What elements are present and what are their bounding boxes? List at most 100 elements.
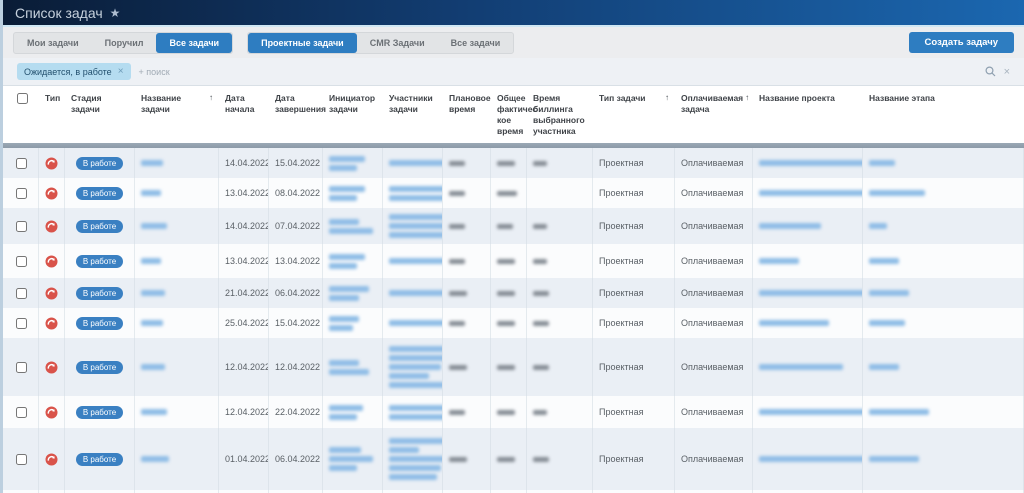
stage-name-cell[interactable]: [863, 244, 1024, 278]
participants-cell[interactable]: [383, 208, 443, 244]
stage-name-cell[interactable]: [863, 338, 1024, 396]
create-task-button[interactable]: Создать задачу: [909, 32, 1014, 53]
project-name-cell[interactable]: [753, 244, 863, 278]
column-header[interactable]: Название задачи ↑: [135, 86, 219, 143]
row-checkbox[interactable]: [16, 407, 27, 418]
row-checkbox[interactable]: [16, 454, 27, 465]
participants-cell[interactable]: [383, 278, 443, 308]
column-header[interactable]: Дата начала: [219, 86, 269, 143]
stage-name-cell[interactable]: [863, 178, 1024, 208]
table-row[interactable]: В работе 01.04.2022 06.04.2022 Проектная…: [3, 428, 1024, 490]
tab-проектные-задачи[interactable]: Проектные задачи: [248, 33, 357, 53]
paid-value: Оплачиваемая: [681, 407, 743, 417]
initiator-cell[interactable]: [323, 178, 383, 208]
initiator-cell[interactable]: [323, 308, 383, 338]
table-row[interactable]: В работе 25.04.2022 15.04.2022 Проектная…: [3, 308, 1024, 338]
initiator-cell[interactable]: [323, 396, 383, 428]
column-header[interactable]: Оплачиваемая задача ↑: [675, 86, 753, 143]
row-checkbox[interactable]: [16, 318, 27, 329]
column-header[interactable]: [3, 86, 39, 143]
initiator-cell[interactable]: [323, 208, 383, 244]
column-header[interactable]: Тип задачи ↑: [593, 86, 675, 143]
sort-arrow-icon[interactable]: ↑: [743, 93, 749, 103]
task-name-cell[interactable]: [135, 244, 219, 278]
redacted-text: [869, 190, 925, 196]
project-name-cell[interactable]: [753, 428, 863, 490]
redacted-text: [449, 410, 465, 415]
column-header[interactable]: Название этапа: [863, 86, 1024, 143]
task-name-cell[interactable]: [135, 308, 219, 338]
initiator-cell[interactable]: [323, 428, 383, 490]
table-row[interactable]: В работе 12.04.2022 12.04.2022 Проектная…: [3, 338, 1024, 396]
tab-мои-задачи[interactable]: Мои задачи: [14, 33, 92, 53]
column-header[interactable]: Тип: [39, 86, 65, 143]
row-checkbox[interactable]: [16, 158, 27, 169]
clear-search-icon[interactable]: ×: [1004, 66, 1010, 78]
initiator-cell[interactable]: [323, 148, 383, 178]
participants-cell[interactable]: [383, 308, 443, 338]
table-row[interactable]: В работе 14.04.2022 15.04.2022 Проектная…: [3, 148, 1024, 178]
task-type-icon: [45, 317, 58, 330]
participants-cell[interactable]: [383, 396, 443, 428]
sort-arrow-icon[interactable]: ↑: [663, 93, 669, 103]
stage-name-cell[interactable]: [863, 148, 1024, 178]
participants-cell[interactable]: [383, 244, 443, 278]
task-name-cell[interactable]: [135, 428, 219, 490]
search-input[interactable]: + поиск: [139, 67, 977, 77]
row-checkbox[interactable]: [16, 221, 27, 232]
project-name-cell[interactable]: [753, 208, 863, 244]
task-name-cell[interactable]: [135, 278, 219, 308]
participants-cell[interactable]: [383, 178, 443, 208]
stage-name-cell[interactable]: [863, 396, 1024, 428]
column-header[interactable]: Стадия задачи: [65, 86, 135, 143]
stage-name-cell[interactable]: [863, 308, 1024, 338]
initiator-cell[interactable]: [323, 338, 383, 396]
row-checkbox[interactable]: [16, 288, 27, 299]
sort-arrow-icon[interactable]: ↑: [207, 93, 213, 103]
project-name-cell[interactable]: [753, 308, 863, 338]
row-checkbox[interactable]: [16, 188, 27, 199]
chip-close-icon[interactable]: ×: [118, 66, 124, 77]
initiator-cell[interactable]: [323, 244, 383, 278]
column-header[interactable]: Время биллинга выбранного участника: [527, 86, 593, 143]
tab-все-задачи[interactable]: Все задачи: [438, 33, 514, 53]
project-name-cell[interactable]: [753, 338, 863, 396]
table-row[interactable]: В работе 14.04.2022 07.04.2022 Проектная…: [3, 208, 1024, 244]
column-header[interactable]: Общее фактичес кое время: [491, 86, 527, 143]
table-row[interactable]: В работе 13.04.2022 13.04.2022 Проектная…: [3, 244, 1024, 278]
participants-cell[interactable]: [383, 338, 443, 396]
stage-name-cell[interactable]: [863, 278, 1024, 308]
table-row[interactable]: В работе 13.04.2022 08.04.2022 Проектная…: [3, 178, 1024, 208]
project-name-cell[interactable]: [753, 148, 863, 178]
column-header[interactable]: Плановое время: [443, 86, 491, 143]
column-header[interactable]: Инициатор задачи: [323, 86, 383, 143]
table-row[interactable]: В работе 12.04.2022 22.04.2022 Проектная…: [3, 396, 1024, 428]
participants-cell[interactable]: [383, 428, 443, 490]
participants-cell[interactable]: [383, 148, 443, 178]
project-name-cell[interactable]: [753, 278, 863, 308]
redacted-text: [329, 405, 363, 411]
column-header[interactable]: Название проекта: [753, 86, 863, 143]
column-header[interactable]: Дата завершения: [269, 86, 323, 143]
initiator-cell[interactable]: [323, 278, 383, 308]
project-name-cell[interactable]: [753, 178, 863, 208]
select-all-checkbox[interactable]: [17, 93, 28, 104]
task-name-cell[interactable]: [135, 396, 219, 428]
task-name-cell[interactable]: [135, 148, 219, 178]
favorite-star-icon[interactable]: ★: [110, 6, 121, 20]
row-checkbox[interactable]: [16, 256, 27, 267]
row-checkbox[interactable]: [16, 362, 27, 373]
task-name-cell[interactable]: [135, 178, 219, 208]
stage-name-cell[interactable]: [863, 208, 1024, 244]
search-icon[interactable]: [985, 66, 996, 77]
filter-chip-status[interactable]: Ожидается, в работе ×: [17, 63, 131, 80]
tab-все-задачи[interactable]: Все задачи: [156, 33, 232, 53]
tab-поручил[interactable]: Поручил: [92, 33, 157, 53]
tab-cmr-задачи[interactable]: CMR Задачи: [357, 33, 438, 53]
task-name-cell[interactable]: [135, 338, 219, 396]
task-name-cell[interactable]: [135, 208, 219, 244]
column-header[interactable]: Участники задачи: [383, 86, 443, 143]
table-row[interactable]: В работе 21.04.2022 06.04.2022 Проектная…: [3, 278, 1024, 308]
project-name-cell[interactable]: [753, 396, 863, 428]
stage-name-cell[interactable]: [863, 428, 1024, 490]
